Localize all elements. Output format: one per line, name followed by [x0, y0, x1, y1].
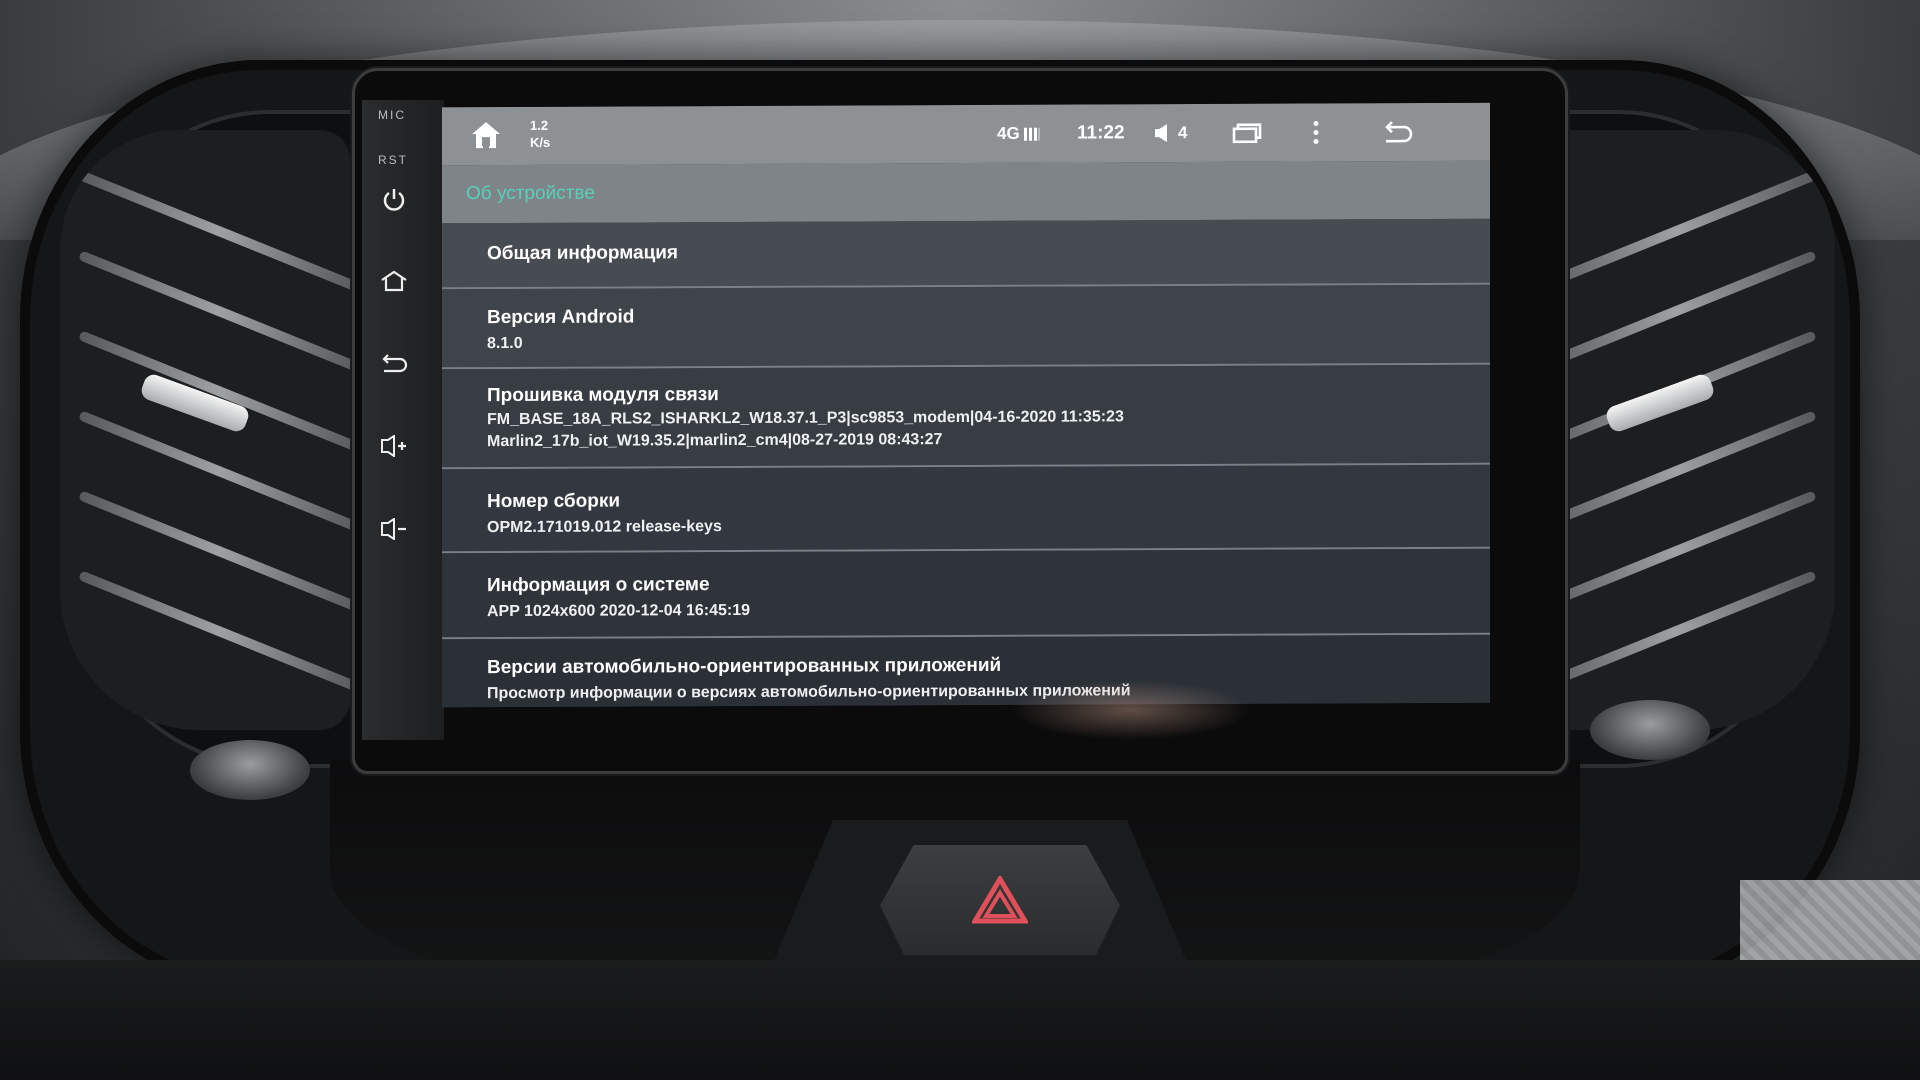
hazard-button[interactable]: [880, 845, 1120, 955]
network-indicator: 4G: [997, 105, 1041, 163]
list-item-title: Информация о системе: [487, 574, 710, 597]
more-options-button[interactable]: [1312, 103, 1320, 161]
list-item-title: Общая информация: [487, 242, 679, 265]
home-icon: [472, 122, 500, 149]
settings-list: Общая информация Версия Android 8.1.0 Пр…: [442, 218, 1490, 708]
mic-label: MIC: [378, 108, 406, 122]
list-item-title: Прошивка модуля связи: [487, 384, 719, 407]
summary-line: Marlin2_17b_iot_W19.35.2|marlin2_cm4|08-…: [487, 431, 943, 451]
status-home-button[interactable]: [470, 120, 502, 152]
volume-down-icon: [381, 518, 406, 540]
hw-home-button[interactable]: [378, 265, 410, 297]
back-button[interactable]: [1382, 103, 1414, 161]
back-icon: [1385, 121, 1413, 143]
clock: 11:22: [1077, 122, 1125, 144]
hw-volume-up-button[interactable]: [378, 430, 410, 462]
list-item-title: Номер сборки: [487, 490, 621, 513]
volume-indicator[interactable]: 4: [1154, 104, 1187, 162]
vent-knob[interactable]: [1603, 371, 1717, 435]
volume-icon: [1155, 124, 1167, 143]
action-bar: Об устройстве: [442, 160, 1490, 224]
left-vent-wheel[interactable]: [190, 740, 310, 800]
right-vent-wheel[interactable]: [1590, 700, 1710, 760]
list-item-title: Версии автомобильно-ориентированных прил…: [487, 654, 1002, 679]
list-item-summary: APP 1024x600 2020-12-04 16:45:19: [487, 601, 751, 621]
network-speed-unit: K/s: [530, 134, 551, 150]
network-speed: 1.2 K/s: [530, 117, 550, 151]
status-bar: 1.2 K/s 4G 11:22 4: [442, 102, 1490, 166]
list-item-build-number[interactable]: Номер сборки OPM2.171019.012 release-key…: [442, 464, 1490, 554]
lower-dashboard: [0, 960, 1920, 1080]
list-item-summary: FM_BASE_18A_RLS2_ISHARKL2_W18.37.1_P3|sc…: [487, 405, 1490, 453]
hazard-triangle-icon: [972, 876, 1028, 924]
list-item-summary: Просмотр информации о версиях автомобиль…: [487, 682, 1131, 703]
volume-up-icon: [381, 435, 406, 457]
recent-apps-button[interactable]: [1232, 104, 1262, 162]
list-item-general-info[interactable]: Общая информация: [442, 218, 1490, 290]
back-icon: [382, 354, 408, 373]
left-air-vent[interactable]: [60, 130, 350, 730]
list-item-title: Версия Android: [487, 306, 635, 329]
list-item-system-info[interactable]: Информация о системе APP 1024x600 2020-1…: [442, 548, 1490, 640]
list-item-summary: OPM2.171019.012 release-keys: [487, 518, 722, 537]
list-item-baseband-version[interactable]: Прошивка модуля связи FM_BASE_18A_RLS2_I…: [442, 364, 1490, 470]
page-title: Об устройстве: [466, 182, 595, 205]
right-air-vent[interactable]: [1545, 130, 1835, 730]
recent-apps-icon: [1232, 123, 1262, 144]
volume-level: 4: [1178, 123, 1188, 143]
list-item-android-version[interactable]: Версия Android 8.1.0: [442, 284, 1490, 370]
home-icon: [381, 270, 407, 292]
hw-volume-down-button[interactable]: [378, 513, 410, 545]
list-item-summary: 8.1.0: [487, 334, 523, 353]
signal-icon: [1023, 127, 1040, 141]
more-vert-icon: [1313, 120, 1319, 144]
rst-label[interactable]: RST: [378, 153, 408, 167]
power-icon: [383, 189, 405, 211]
hw-power-button[interactable]: [378, 184, 410, 216]
hand-reflection: [1010, 680, 1250, 740]
list-item-car-app-versions[interactable]: Версии автомобильно-ориентированных прил…: [442, 634, 1490, 708]
network-type: 4G: [997, 123, 1020, 143]
hw-back-button[interactable]: [378, 347, 410, 379]
android-screen: 1.2 K/s 4G 11:22 4 Об устройстве Общая и…: [442, 102, 1490, 708]
network-speed-value: 1.2: [530, 117, 549, 133]
